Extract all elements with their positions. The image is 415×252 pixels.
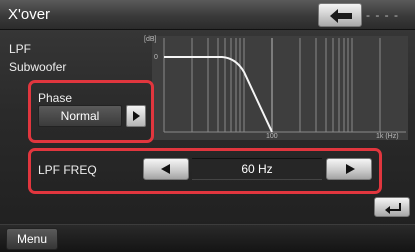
menu-button[interactable]: Menu bbox=[6, 228, 58, 250]
phase-value: Normal bbox=[38, 105, 122, 127]
frequency-response-graph: [dB] 0 100 1k (Hz) bbox=[144, 36, 408, 140]
page-title: X'over bbox=[8, 6, 51, 23]
header-bar: X'over - - - - bbox=[0, 0, 415, 30]
status-text: - - - - bbox=[366, 8, 399, 22]
zero-db-label: 0 bbox=[154, 54, 158, 61]
freq-up-button[interactable] bbox=[326, 158, 372, 180]
back-arrow-icon bbox=[330, 9, 352, 23]
return-icon bbox=[385, 203, 401, 214]
phase-next-button[interactable] bbox=[126, 105, 146, 127]
xover-screen: X'over - - - - LPF Subwoofer [dB] 0 100 … bbox=[0, 0, 415, 252]
back-button[interactable] bbox=[318, 3, 362, 27]
footer-bar bbox=[0, 224, 415, 252]
filter-label: LPF Subwoofer bbox=[9, 40, 66, 76]
freq-1k-label: 1k (Hz) bbox=[376, 133, 399, 140]
speaker-label: Subwoofer bbox=[9, 60, 67, 74]
freq-100-label: 100 bbox=[266, 133, 278, 140]
lpf-freq-label: LPF FREQ bbox=[38, 163, 97, 177]
phase-label: Phase bbox=[38, 91, 73, 105]
freq-value: 60 Hz bbox=[192, 158, 322, 180]
db-axis-label: [dB] bbox=[144, 36, 157, 43]
return-button[interactable] bbox=[374, 197, 410, 217]
filter-type-label: LPF bbox=[9, 42, 32, 56]
freq-down-button[interactable] bbox=[143, 158, 189, 180]
